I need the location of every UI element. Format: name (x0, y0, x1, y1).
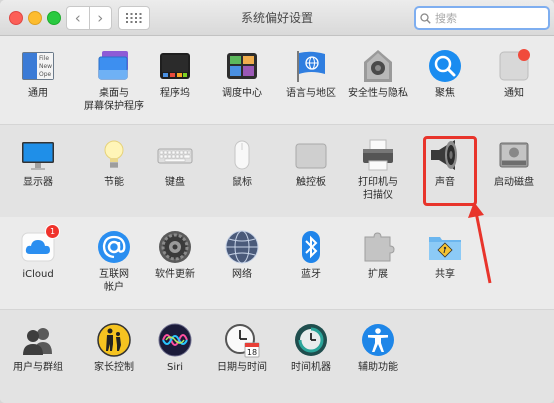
annotation-arrow-icon (468, 202, 492, 284)
system-preferences-window: ‹ › 系统偏好设置 搜索 File New Ope 通用 桌面与 屏幕保护程序… (0, 0, 554, 403)
